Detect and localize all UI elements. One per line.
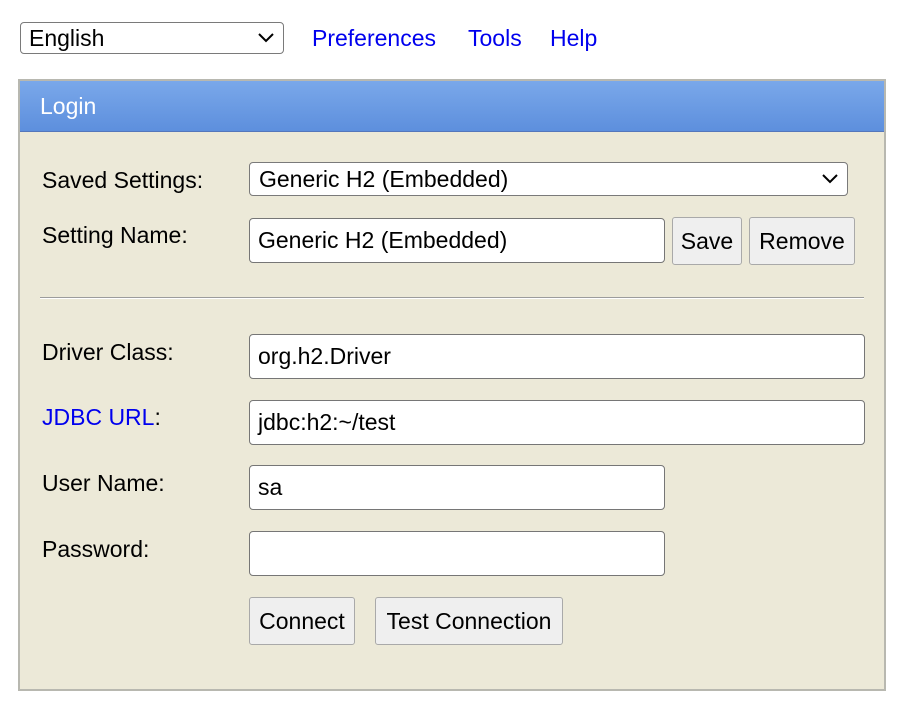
tools-link[interactable]: Tools [468,25,522,52]
login-panel-header: Login [20,81,884,132]
user-name-value: sa [258,474,283,500]
setting-name-label: Setting Name: [42,222,188,248]
driver-class-value: org.h2.Driver [258,343,391,369]
jdbc-url-value: jdbc:h2:~/test [258,409,396,435]
save-button[interactable]: Save [672,217,742,265]
test-connection-button[interactable]: Test Connection [375,597,563,645]
divider [40,297,864,299]
driver-class-label: Driver Class: [42,339,174,365]
jdbc-url-input[interactable]: jdbc:h2:~/test [249,400,865,445]
user-name-input[interactable]: sa [249,465,665,510]
language-select[interactable]: English [20,22,284,54]
help-link[interactable]: Help [550,25,597,52]
login-title: Login [40,93,97,119]
login-panel: Login Saved Settings: Generic H2 (Embedd… [18,79,886,691]
user-name-label: User Name: [42,470,165,496]
preferences-link[interactable]: Preferences [312,25,436,52]
password-label: Password: [42,536,150,562]
chevron-down-icon [258,33,274,43]
saved-settings-select[interactable]: Generic H2 (Embedded) [249,162,848,196]
connect-button[interactable]: Connect [249,597,355,645]
saved-settings-label: Saved Settings: [42,167,204,193]
jdbc-url-link[interactable]: JDBC URL [42,404,154,430]
password-input[interactable] [249,531,665,576]
driver-class-input[interactable]: org.h2.Driver [249,334,865,379]
jdbc-url-label: JDBC URL: [42,404,161,431]
saved-settings-value: Generic H2 (Embedded) [259,165,509,192]
remove-button[interactable]: Remove [749,217,855,265]
top-bar: English Preferences Tools Help [20,21,597,55]
setting-name-input[interactable]: Generic H2 (Embedded) [249,218,665,263]
jdbc-url-colon: : [154,404,161,430]
setting-name-value: Generic H2 (Embedded) [258,227,508,253]
chevron-down-icon [822,174,838,184]
language-select-value: English [29,24,105,51]
